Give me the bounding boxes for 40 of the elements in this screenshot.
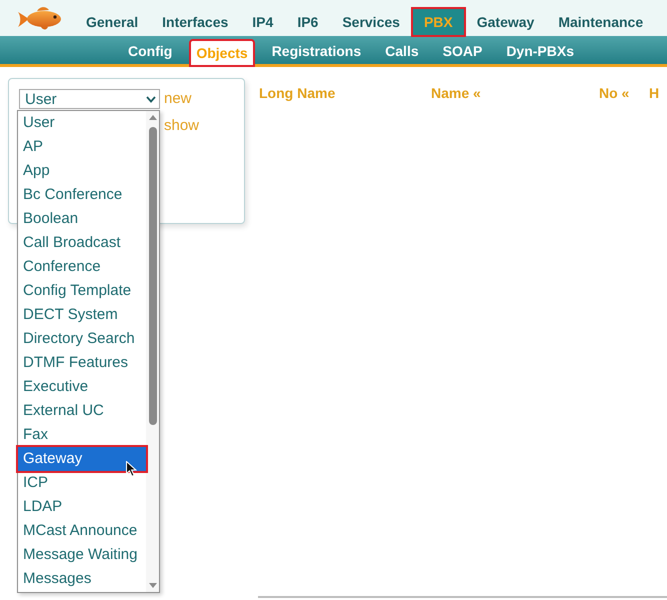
- dropdown-option[interactable]: External UC: [18, 399, 146, 423]
- sub-nav-tab[interactable]: SOAP: [430, 38, 494, 64]
- scroll-down-arrow-icon[interactable]: [148, 583, 156, 588]
- nav-tab[interactable]: Interfaces: [150, 8, 240, 36]
- nav-tab[interactable]: Services: [330, 8, 412, 36]
- dropdown-option[interactable]: Conference: [18, 255, 146, 279]
- dropdown-option[interactable]: MCast Announce: [18, 519, 146, 543]
- dropdown-option[interactable]: ICP: [18, 471, 146, 495]
- dropdown-option[interactable]: Fax: [18, 423, 146, 447]
- nav-tab[interactable]: IP6: [285, 8, 330, 36]
- sub-nav-tab[interactable]: Dyn-PBXs: [494, 38, 586, 64]
- sub-nav-tab[interactable]: Registrations: [260, 38, 374, 64]
- mouse-pointer-icon: [126, 461, 137, 477]
- chevron-down-icon: [146, 96, 156, 102]
- dropdown-option[interactable]: AP: [18, 135, 146, 159]
- dropdown-option[interactable]: App: [18, 159, 146, 183]
- dropdown-option[interactable]: LDAP: [18, 495, 146, 519]
- nav-tab[interactable]: Maintenance: [546, 8, 656, 36]
- nav-tab[interactable]: Gateway: [464, 8, 546, 36]
- scroll-up-arrow-icon[interactable]: [148, 115, 156, 120]
- dropdown-option[interactable]: DTMF Features: [18, 351, 146, 375]
- dropdown-option[interactable]: User: [18, 111, 146, 135]
- dropdown-option[interactable]: Config Template: [18, 279, 146, 303]
- scrollbar-thumb[interactable]: [148, 127, 156, 425]
- nav-tab[interactable]: General: [74, 8, 150, 36]
- object-type-select[interactable]: User: [19, 89, 160, 109]
- select-value: User: [25, 92, 57, 106]
- dropdown-option[interactable]: Messages: [18, 567, 146, 591]
- dropdown-option[interactable]: Boolean: [18, 207, 146, 231]
- dropdown-option[interactable]: Call Broadcast: [18, 231, 146, 255]
- goldfish-logo: [18, 6, 62, 32]
- dropdown-option[interactable]: Bc Conference: [18, 183, 146, 207]
- dropdown-option[interactable]: Directory Search: [18, 327, 146, 351]
- sub-nav-tab[interactable]: Config: [116, 38, 184, 64]
- dropdown-option[interactable]: DECT System: [18, 303, 146, 327]
- sub-nav-tab[interactable]: Calls: [373, 38, 431, 64]
- nav-tab[interactable]: IP4: [240, 8, 286, 36]
- dropdown-option[interactable]: Message Waiting: [18, 543, 146, 567]
- scrollbar[interactable]: [146, 111, 159, 592]
- dropdown-option[interactable]: Executive: [18, 375, 146, 399]
